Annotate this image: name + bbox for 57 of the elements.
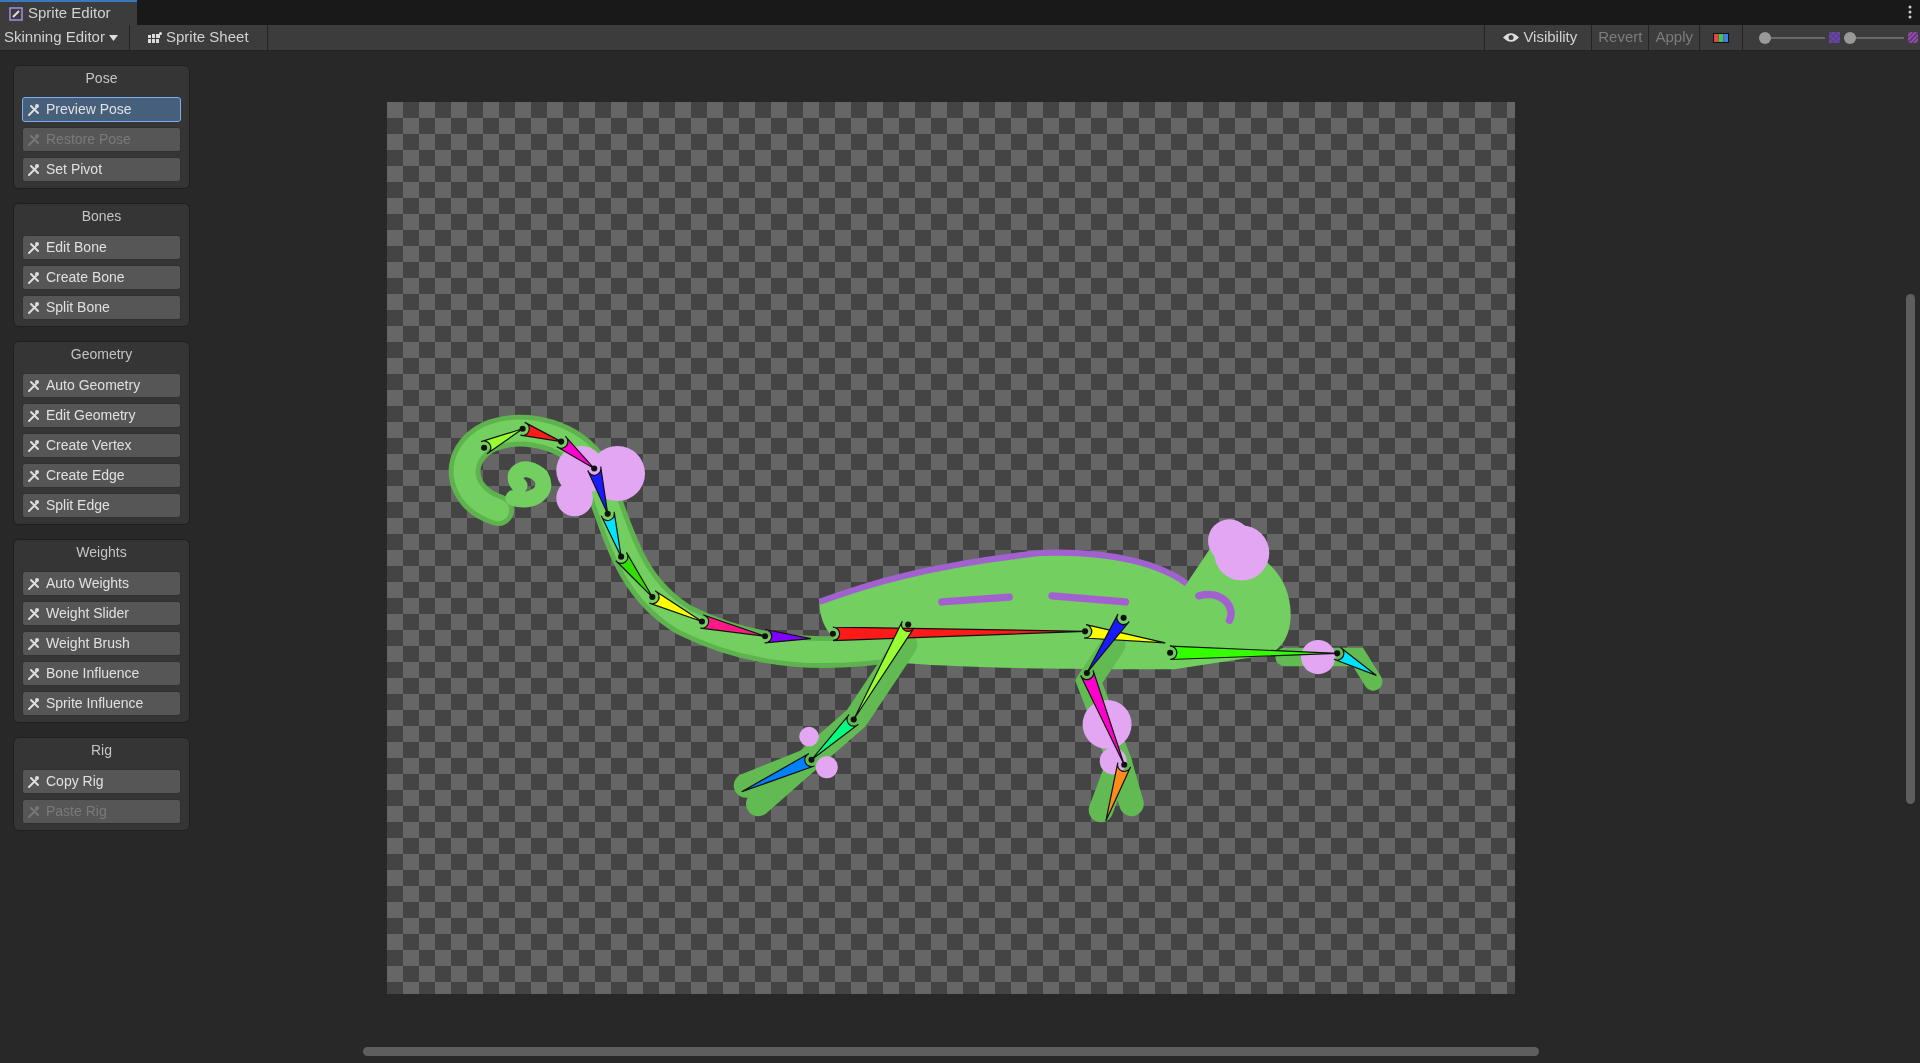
- tool-icon: [27, 102, 41, 117]
- checker-icon: [1829, 32, 1840, 43]
- tool-icon: [27, 408, 41, 423]
- group-title: Rig: [90, 741, 113, 760]
- tool-button[interactable]: Auto Geometry: [22, 373, 181, 398]
- tool-icon: [27, 378, 41, 393]
- caret-icon: [108, 34, 118, 41]
- tool-button[interactable]: Create Bone: [22, 265, 181, 290]
- more-options-icon[interactable]: [1908, 5, 1912, 19]
- tool-icon: [27, 606, 41, 621]
- visibility-button[interactable]: Visibility: [1484, 25, 1593, 50]
- group-title: Bones: [80, 207, 123, 226]
- eye-icon: [1503, 32, 1520, 43]
- tool-button[interactable]: Sprite Influence: [22, 691, 181, 716]
- tool-icon: [27, 162, 41, 177]
- tool-button[interactable]: Bone Influence: [22, 661, 181, 686]
- tool-button[interactable]: Create Vertex: [22, 433, 181, 458]
- vertical-scrollbar-thumb[interactable]: [1906, 294, 1915, 804]
- tool-button[interactable]: Edit Bone: [22, 235, 181, 260]
- group-title: Weights: [75, 543, 128, 562]
- tool-icon: [27, 468, 41, 483]
- tool-button[interactable]: Auto Weights: [22, 571, 181, 596]
- tool-button[interactable]: Set Pivot: [22, 157, 181, 182]
- tool-button[interactable]: Create Edge: [22, 463, 181, 488]
- tool-button[interactable]: Split Bone: [22, 295, 181, 320]
- tool-icon: [27, 774, 41, 789]
- zoom-slider[interactable]: [1759, 31, 1825, 44]
- sprite-canvas[interactable]: [387, 102, 1515, 994]
- sprite-sheet-icon: [148, 31, 162, 44]
- tool-button[interactable]: Weight Slider: [22, 601, 181, 626]
- group-title: Geometry: [69, 345, 134, 364]
- horizontal-scrollbar-thumb[interactable]: [363, 1047, 1539, 1056]
- group-title: Pose: [84, 69, 119, 88]
- sprite-sheet-button[interactable]: Sprite Sheet: [130, 25, 268, 50]
- mode-dropdown[interactable]: Skinning Editor: [0, 25, 130, 50]
- tab-title: Sprite Editor: [28, 3, 111, 24]
- rgb-icon: [1713, 32, 1729, 43]
- tool-button[interactable]: Edit Geometry: [22, 403, 181, 428]
- tool-button[interactable]: Split Edge: [22, 493, 181, 518]
- tool-icon: [27, 270, 41, 285]
- sprite-editor-icon: [8, 5, 24, 22]
- tool-icon: [27, 300, 41, 315]
- editor-tab[interactable]: Sprite Editor: [0, 0, 137, 25]
- tool-icon: [27, 498, 41, 513]
- tool-button[interactable]: Weight Brush: [22, 631, 181, 656]
- tool-icon: [27, 636, 41, 651]
- tool-icon: [27, 438, 41, 453]
- tool-button[interactable]: Copy Rig: [22, 769, 181, 794]
- striped-checker-icon: [1908, 32, 1918, 43]
- tool-icon: [27, 804, 41, 819]
- tool-button[interactable]: Preview Pose: [22, 97, 181, 122]
- tool-icon: [27, 666, 41, 681]
- tool-icon: [27, 132, 41, 147]
- tool-icon: [27, 696, 41, 711]
- tool-icon: [27, 576, 41, 591]
- opacity-slider[interactable]: [1844, 31, 1904, 44]
- tool-icon: [27, 240, 41, 255]
